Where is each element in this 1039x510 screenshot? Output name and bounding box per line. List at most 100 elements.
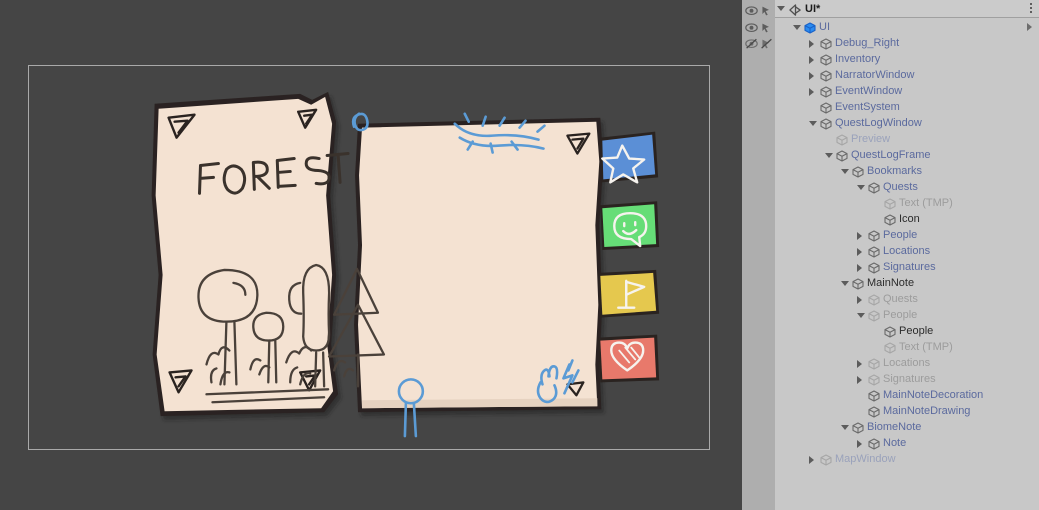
hierarchy-item-label: Quests xyxy=(883,293,918,305)
hierarchy-item-quests[interactable]: Quests xyxy=(775,291,1039,307)
hierarchy-item-label: MainNote xyxy=(867,277,915,289)
left-page-forest-note xyxy=(151,91,339,417)
toggle-row-1 xyxy=(742,18,775,34)
gameobject-cube-icon xyxy=(852,421,864,434)
game-view[interactable] xyxy=(0,0,742,510)
hierarchy-item-questlogframe[interactable]: QuestLogFrame xyxy=(775,147,1039,163)
foldout-open-icon[interactable] xyxy=(841,169,849,174)
gameobject-cube-icon xyxy=(852,165,864,178)
hierarchy-header: UI* xyxy=(775,0,1039,18)
toggle-row-2 xyxy=(742,34,775,50)
hierarchy-item-bookmarks[interactable]: Bookmarks xyxy=(775,163,1039,179)
hierarchy-item-label: Preview xyxy=(851,133,891,145)
hierarchy-item-mainnotedecoration[interactable]: MainNoteDecoration xyxy=(775,387,1039,403)
hierarchy-item-label: Text (TMP) xyxy=(899,197,953,209)
foldout-closed-icon[interactable] xyxy=(809,40,814,48)
people-bookmark[interactable] xyxy=(600,201,660,251)
hierarchy-item-eventwindow[interactable]: EventWindow xyxy=(775,83,1039,99)
gameobject-cube-icon xyxy=(884,213,896,226)
foldout-closed-icon[interactable] xyxy=(857,440,862,448)
hierarchy-item-label: Signatures xyxy=(883,373,936,385)
foldout-open-icon[interactable] xyxy=(825,153,833,158)
foldout-closed-icon[interactable] xyxy=(857,232,862,240)
hierarchy-item-ui[interactable]: UI xyxy=(775,19,1039,35)
hierarchy-item-locations[interactable]: Locations xyxy=(775,355,1039,371)
foldout-open-icon[interactable] xyxy=(857,313,865,318)
foldout-open-icon[interactable] xyxy=(793,25,801,30)
eye-hidden-icon[interactable] xyxy=(745,36,758,49)
gameobject-cube-icon xyxy=(820,37,832,50)
picking-disabled-icon[interactable] xyxy=(760,36,773,49)
hierarchy-item-label: UI xyxy=(819,21,830,33)
hierarchy-item-biomenote[interactable]: BiomeNote xyxy=(775,419,1039,435)
kebab-menu-icon[interactable] xyxy=(1029,3,1033,15)
hierarchy-item-mainnote[interactable]: MainNote xyxy=(775,275,1039,291)
hierarchy-item-inventory[interactable]: Inventory xyxy=(775,51,1039,67)
hierarchy-item-text-tmp[interactable]: Text (TMP) xyxy=(775,339,1039,355)
foldout-closed-icon[interactable] xyxy=(857,296,862,304)
hierarchy-item-label: Locations xyxy=(883,357,931,369)
foldout-closed-icon[interactable] xyxy=(809,72,814,80)
chevron-right-icon[interactable] xyxy=(1027,23,1032,31)
gameobject-cube-icon xyxy=(868,181,880,194)
eye-visible-icon[interactable] xyxy=(745,3,758,15)
foldout-closed-icon[interactable] xyxy=(857,376,862,384)
signatures-bookmark[interactable] xyxy=(598,334,660,383)
hierarchy-item-label: People xyxy=(899,325,934,337)
scene-foldout-icon[interactable] xyxy=(777,6,785,11)
foldout-open-icon[interactable] xyxy=(809,121,817,126)
picking-enabled-icon[interactable] xyxy=(760,20,773,33)
foldout-closed-icon[interactable] xyxy=(857,264,862,272)
hierarchy-item-locations[interactable]: Locations xyxy=(775,243,1039,259)
foldout-open-icon[interactable] xyxy=(857,185,865,190)
foldout-closed-icon[interactable] xyxy=(809,456,814,464)
hierarchy-item-people[interactable]: People xyxy=(775,227,1039,243)
locations-bookmark[interactable] xyxy=(598,269,660,318)
hierarchy-item-people[interactable]: People xyxy=(775,307,1039,323)
hierarchy-item-text-tmp[interactable]: Text (TMP) xyxy=(775,195,1039,211)
hierarchy-item-label: QuestLogFrame xyxy=(851,149,931,161)
hierarchy-item-questlogwindow[interactable]: QuestLogWindow xyxy=(775,115,1039,131)
foldout-closed-icon[interactable] xyxy=(857,360,862,368)
hierarchy-item-mainnotedrawing[interactable]: MainNoteDrawing xyxy=(775,403,1039,419)
hierarchy-item-label: MainNoteDecoration xyxy=(883,389,984,401)
hierarchy-item-label: EventWindow xyxy=(835,85,903,97)
hierarchy-item-people[interactable]: People xyxy=(775,323,1039,339)
hierarchy-panel[interactable]: UI* UI Debug_Right Inventory NarratorWindow… xyxy=(775,0,1039,510)
hierarchy-item-signatures[interactable]: Signatures xyxy=(775,259,1039,275)
picking-enabled-icon[interactable] xyxy=(760,3,773,16)
quests-bookmark[interactable] xyxy=(600,131,659,184)
foldout-open-icon[interactable] xyxy=(841,281,849,286)
foldout-closed-icon[interactable] xyxy=(809,56,814,64)
hierarchy-item-eventsystem[interactable]: EventSystem xyxy=(775,99,1039,115)
hierarchy-item-icon[interactable]: Icon xyxy=(775,211,1039,227)
toggle-row-header xyxy=(742,1,775,17)
hierarchy-item-label: EventSystem xyxy=(835,101,900,113)
hierarchy-item-narratorwindow[interactable]: NarratorWindow xyxy=(775,67,1039,83)
hierarchy-item-quests[interactable]: Quests xyxy=(775,179,1039,195)
foldout-open-icon[interactable] xyxy=(841,425,849,430)
gameobject-cube-icon xyxy=(884,197,896,210)
foldout-closed-icon[interactable] xyxy=(857,248,862,256)
gameobject-cube-icon xyxy=(820,69,832,82)
hierarchy-item-label: Quests xyxy=(883,181,918,193)
hierarchy-item-signatures[interactable]: Signatures xyxy=(775,371,1039,387)
hierarchy-item-mapwindow[interactable]: MapWindow xyxy=(775,451,1039,467)
hierarchy-item-label: Icon xyxy=(899,213,920,225)
game-viewport[interactable] xyxy=(28,65,710,450)
gameobject-cube-icon xyxy=(868,389,880,402)
bookmark-tabs[interactable] xyxy=(598,131,660,383)
hierarchy-item-label: Signatures xyxy=(883,261,936,273)
hierarchy-item-label: Note xyxy=(883,437,907,449)
hierarchy-item-preview[interactable]: Preview xyxy=(775,131,1039,147)
hierarchy-item-debug-right[interactable]: Debug_Right xyxy=(775,35,1039,51)
hierarchy-item-note[interactable]: Note xyxy=(775,435,1039,451)
gameobject-cube-icon xyxy=(820,453,832,466)
gameobject-cube-icon xyxy=(820,117,832,130)
eye-visible-icon[interactable] xyxy=(745,20,758,32)
foldout-closed-icon[interactable] xyxy=(809,88,814,96)
gameobject-cube-icon xyxy=(868,245,880,258)
gameobject-cube-icon xyxy=(868,229,880,242)
unity-scene-icon xyxy=(789,3,802,16)
hierarchy-tree[interactable]: UI Debug_Right Inventory NarratorWindow Even… xyxy=(775,19,1039,510)
